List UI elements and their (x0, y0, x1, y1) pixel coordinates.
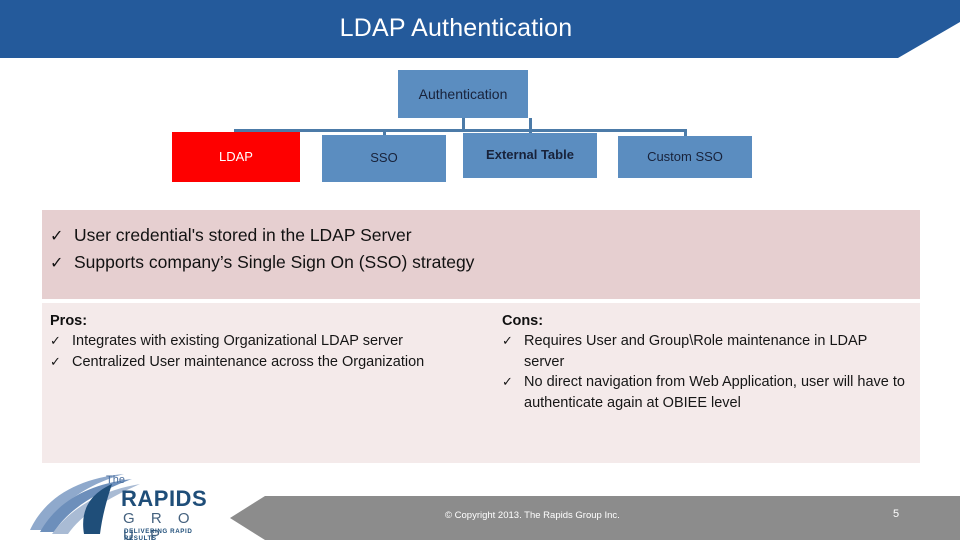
pros-heading: Pros: (50, 313, 88, 329)
cons-item-text: Requires User and Group\Role maintenance… (524, 333, 868, 370)
cons-item: ✓ No direct navigation from Web Applicat… (502, 372, 908, 413)
node-sso-label: SSO (370, 150, 398, 166)
pros-item-text: Integrates with existing Organizational … (72, 333, 403, 349)
logo-text-the: The (106, 474, 125, 486)
pros-cons-panel: Pros: ✓ Integrates with existing Organiz… (42, 303, 920, 463)
pros-item-text: Centralized User maintenance across the … (72, 353, 425, 370)
bullet-item-text: User credential's stored in the LDAP Ser… (74, 225, 412, 245)
copyright-text: © Copyright 2013. The Rapids Group Inc. (445, 510, 620, 521)
check-icon: ✓ (50, 353, 61, 369)
page-number: 5 (893, 508, 900, 520)
rapids-group-logo: The RAPIDS G R O U P DELIVERING RAPID RE… (28, 472, 208, 540)
pros-item: ✓ Integrates with existing Organizationa… (50, 331, 482, 352)
summary-bullets-panel: ✓ User credential's stored in the LDAP S… (42, 210, 920, 299)
pros-column: Pros: ✓ Integrates with existing Organiz… (42, 303, 494, 463)
bullet-item: ✓ Supports company’s Single Sign On (SSO… (50, 249, 920, 276)
check-icon: ✓ (50, 255, 64, 272)
node-sso[interactable]: SSO (322, 135, 446, 182)
cons-heading: Cons: (502, 313, 544, 329)
connector-drop-external-table (529, 118, 532, 134)
cons-column: Cons: ✓ Requires User and Group\Role mai… (494, 303, 920, 463)
slide-canvas: LDAP Authentication Authentication LDAP … (0, 0, 960, 540)
node-ldap[interactable]: LDAP (172, 132, 300, 182)
cons-item-text: No direct navigation from Web Applicatio… (524, 374, 905, 411)
check-icon: ✓ (50, 333, 61, 348)
cons-item: ✓ Requires User and Group\Role maintenan… (502, 331, 908, 372)
logo-tagline: DELIVERING RAPID RESULTS (124, 528, 193, 540)
check-icon: ✓ (50, 228, 64, 245)
bullet-item: ✓ User credential's stored in the LDAP S… (50, 222, 920, 249)
node-external-table[interactable]: External Table (463, 133, 597, 178)
check-icon: ✓ (502, 374, 513, 390)
node-custom-sso-label: Custom SSO (647, 148, 723, 164)
logo-text-rapids: RAPIDS (121, 486, 208, 511)
connector-horizontal-bus (234, 129, 686, 132)
node-authentication[interactable]: Authentication (398, 70, 528, 118)
bullet-item-text: Supports company’s Single Sign On (SSO) … (74, 252, 475, 272)
node-custom-sso[interactable]: Custom SSO (618, 136, 752, 178)
node-authentication-label: Authentication (418, 85, 508, 102)
node-ldap-label: LDAP (219, 148, 253, 164)
authentication-org-chart: Authentication LDAP SSO External Table C… (0, 0, 960, 195)
pros-item: ✓ Centralized User maintenance across th… (50, 352, 482, 373)
check-icon: ✓ (502, 333, 513, 348)
node-external-table-label: External Table (486, 147, 574, 163)
